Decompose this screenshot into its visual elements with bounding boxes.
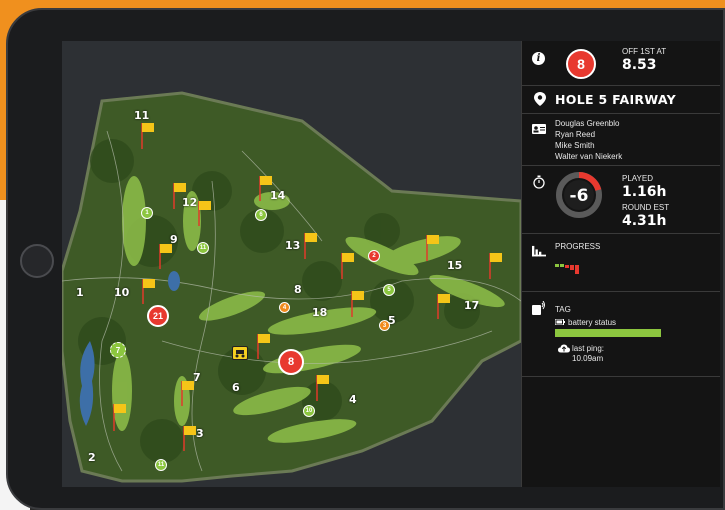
player-name: Douglas Greenblo — [555, 119, 620, 128]
hole-label: 10 — [114, 286, 130, 299]
location-title: HOLE 5 FAIRWAY — [555, 92, 677, 107]
hole-label: 2 — [88, 451, 96, 464]
info-icon[interactable]: i — [532, 52, 545, 65]
player-name: Walter van Niekerk — [555, 152, 623, 161]
score-to-par: -6 — [569, 186, 589, 206]
hole-label: 9 — [170, 233, 178, 246]
id-card-icon — [532, 124, 546, 134]
player-marker[interactable]: 10 — [303, 405, 315, 417]
player-marker[interactable]: 2 — [368, 250, 380, 262]
hole-label: 13 — [285, 239, 301, 252]
off-first-time: 8.53 — [622, 57, 657, 73]
battery-icon — [555, 319, 565, 325]
golf-cart-icon[interactable] — [232, 346, 248, 360]
hole-label: 17 — [464, 299, 480, 312]
tag-label: TAG — [555, 305, 571, 314]
hole-label: 1 — [76, 286, 84, 299]
hole-label: 4 — [349, 393, 357, 406]
hole-label: 12 — [182, 196, 198, 209]
player-marker[interactable]: 11 — [155, 459, 167, 471]
home-button[interactable] — [20, 244, 54, 278]
player-name: Ryan Reed — [555, 130, 596, 139]
cloud-upload-icon — [558, 344, 570, 353]
player-marker-group[interactable]: 21 — [147, 305, 169, 327]
progress-section: PROGRESS — [522, 234, 720, 292]
round-est-label: ROUND EST — [622, 203, 670, 212]
player-marker[interactable]: 6 — [255, 209, 267, 221]
course-map[interactable]: 11 12 14 9 13 1 10 8 18 15 17 5 7 6 3 4 … — [62, 41, 521, 487]
player-marker[interactable]: 4 — [279, 302, 290, 313]
hole-label: 14 — [270, 189, 286, 202]
hole-label: 6 — [232, 381, 240, 394]
progress-chart — [555, 264, 579, 274]
played-value: 1.16h — [622, 184, 667, 200]
off-first-label: OFF 1ST AT — [622, 47, 667, 56]
hole-label: 8 — [294, 283, 302, 296]
group-header: i 8 OFF 1ST AT 8.53 — [522, 41, 720, 86]
battery-bar-fill — [555, 329, 661, 337]
location-section: HOLE 5 FAIRWAY — [522, 86, 720, 114]
tag-device-icon — [532, 301, 545, 315]
stopwatch-icon — [533, 175, 545, 189]
battery-bar — [555, 329, 661, 337]
player-marker[interactable]: 5 — [383, 284, 395, 296]
player-marker[interactable]: 11 — [197, 242, 209, 254]
player-name: Mike Smith — [555, 141, 595, 150]
current-group-marker[interactable]: 8 — [278, 349, 304, 375]
tag-section: TAG battery status last ping: 10.09am — [522, 292, 720, 377]
hole-label: 3 — [196, 427, 204, 440]
progress-label: PROGRESS — [555, 242, 601, 251]
hole-label: 18 — [312, 306, 328, 319]
last-ping-label: last ping: — [572, 344, 605, 353]
score-section: -6 PLAYED 1.16h ROUND EST 4.31h — [522, 166, 720, 234]
group-number-badge: 8 — [566, 49, 596, 79]
last-ping-time: 10.09am — [572, 354, 604, 363]
player-marker[interactable]: 1 — [141, 207, 153, 219]
round-est-value: 4.31h — [622, 213, 667, 229]
played-label: PLAYED — [622, 174, 653, 183]
group-info-panel: i 8 OFF 1ST AT 8.53 HOLE 5 FAIRWAY Dougl… — [521, 41, 720, 487]
bar-chart-icon — [532, 245, 546, 257]
battery-label: battery status — [568, 318, 617, 327]
player-marker[interactable]: 3 — [379, 320, 390, 331]
player-marker-highlight[interactable]: 7 — [110, 342, 126, 358]
hole-label: 15 — [447, 259, 463, 272]
hole-label: 11 — [134, 109, 150, 122]
players-section: Douglas Greenblo Ryan Reed Mike Smith Wa… — [522, 114, 720, 166]
app-screen: 11 12 14 9 13 1 10 8 18 15 17 5 7 6 3 4 … — [62, 41, 720, 487]
hole-label: 7 — [193, 371, 201, 384]
location-pin-icon — [534, 92, 546, 106]
